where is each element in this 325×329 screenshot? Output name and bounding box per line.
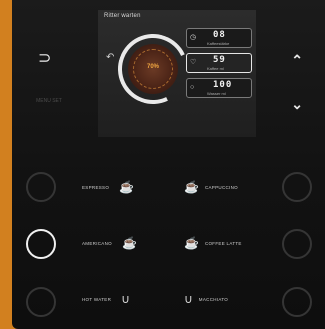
right-select-ring-3[interactable] (282, 287, 312, 317)
param-value: 08 (213, 30, 226, 40)
espresso-label: ESPRESSO (82, 184, 110, 190)
param-label: Wasser ml (207, 91, 226, 96)
chevron-down-icon[interactable]: ⌄ (291, 96, 303, 113)
left-select-ring-2[interactable] (26, 229, 56, 259)
latte-cup-icon: ☕ (184, 236, 199, 250)
param-strength[interactable]: ◷ 08 Kaffeestärke (186, 28, 252, 48)
back-arrow-icon[interactable]: ⊃ (38, 48, 51, 68)
drop-icon: ○ (190, 84, 195, 91)
coffee-latte-button[interactable]: ☕ COFFEE LATTE (184, 230, 276, 256)
control-panel: ⊃ MENU SET Ritter warten ↶ 70% ◷ 08 Kaff… (12, 0, 325, 329)
espresso-cup-icon: ☕ (119, 180, 135, 194)
macchiato-glass-icon: ∪ (184, 292, 193, 306)
heart-icon: ♡ (190, 59, 197, 66)
param-value: 100 (213, 80, 233, 90)
dial-percentage: 70% (146, 64, 159, 70)
americano-button[interactable]: AMERICANO ☕ (82, 230, 168, 256)
cappuccino-button[interactable]: ☕ CAPPUCCINO (184, 174, 276, 200)
coffee-latte-label: COFFEE LATTE (204, 240, 242, 246)
param-water-ml[interactable]: ○ 100 Wasser ml (186, 78, 252, 98)
hot-water-button[interactable]: HOT WATER ∪ (82, 286, 168, 312)
macchiato-label: MACCHIATO (198, 296, 229, 302)
param-label: Kaffee ml (207, 66, 224, 71)
americano-label: AMERICANO (82, 240, 112, 246)
cappuccino-label: CAPPUCCINO (204, 184, 238, 190)
display-screen: Ritter warten ↶ 70% ◷ 08 Kaffeestärke ♡ … (98, 10, 256, 137)
param-value: 59 (213, 55, 226, 65)
right-select-ring-1[interactable] (282, 172, 312, 202)
cappuccino-cup-icon: ☕ (184, 180, 199, 194)
left-select-ring-1[interactable] (26, 172, 56, 202)
glass-icon: ∪ (121, 292, 130, 306)
param-label: Kaffeestärke (207, 41, 230, 46)
menu-set-label: MENU SET (36, 98, 62, 104)
clock-icon: ◷ (190, 34, 197, 41)
hot-water-label: HOT WATER (82, 296, 112, 302)
macchiato-button[interactable]: ∪ MACCHIATO (184, 286, 276, 312)
americano-cup-icon: ☕ (121, 236, 137, 250)
screen-back-icon[interactable]: ↶ (106, 52, 114, 63)
chevron-up-icon[interactable]: ⌃ (291, 52, 303, 69)
screen-title: Ritter warten (104, 13, 141, 19)
espresso-button[interactable]: ESPRESSO ☕ (82, 174, 168, 200)
param-coffee-ml[interactable]: ♡ 59 Kaffee ml (186, 53, 252, 73)
left-select-ring-3[interactable] (26, 287, 56, 317)
right-select-ring-2[interactable] (282, 229, 312, 259)
